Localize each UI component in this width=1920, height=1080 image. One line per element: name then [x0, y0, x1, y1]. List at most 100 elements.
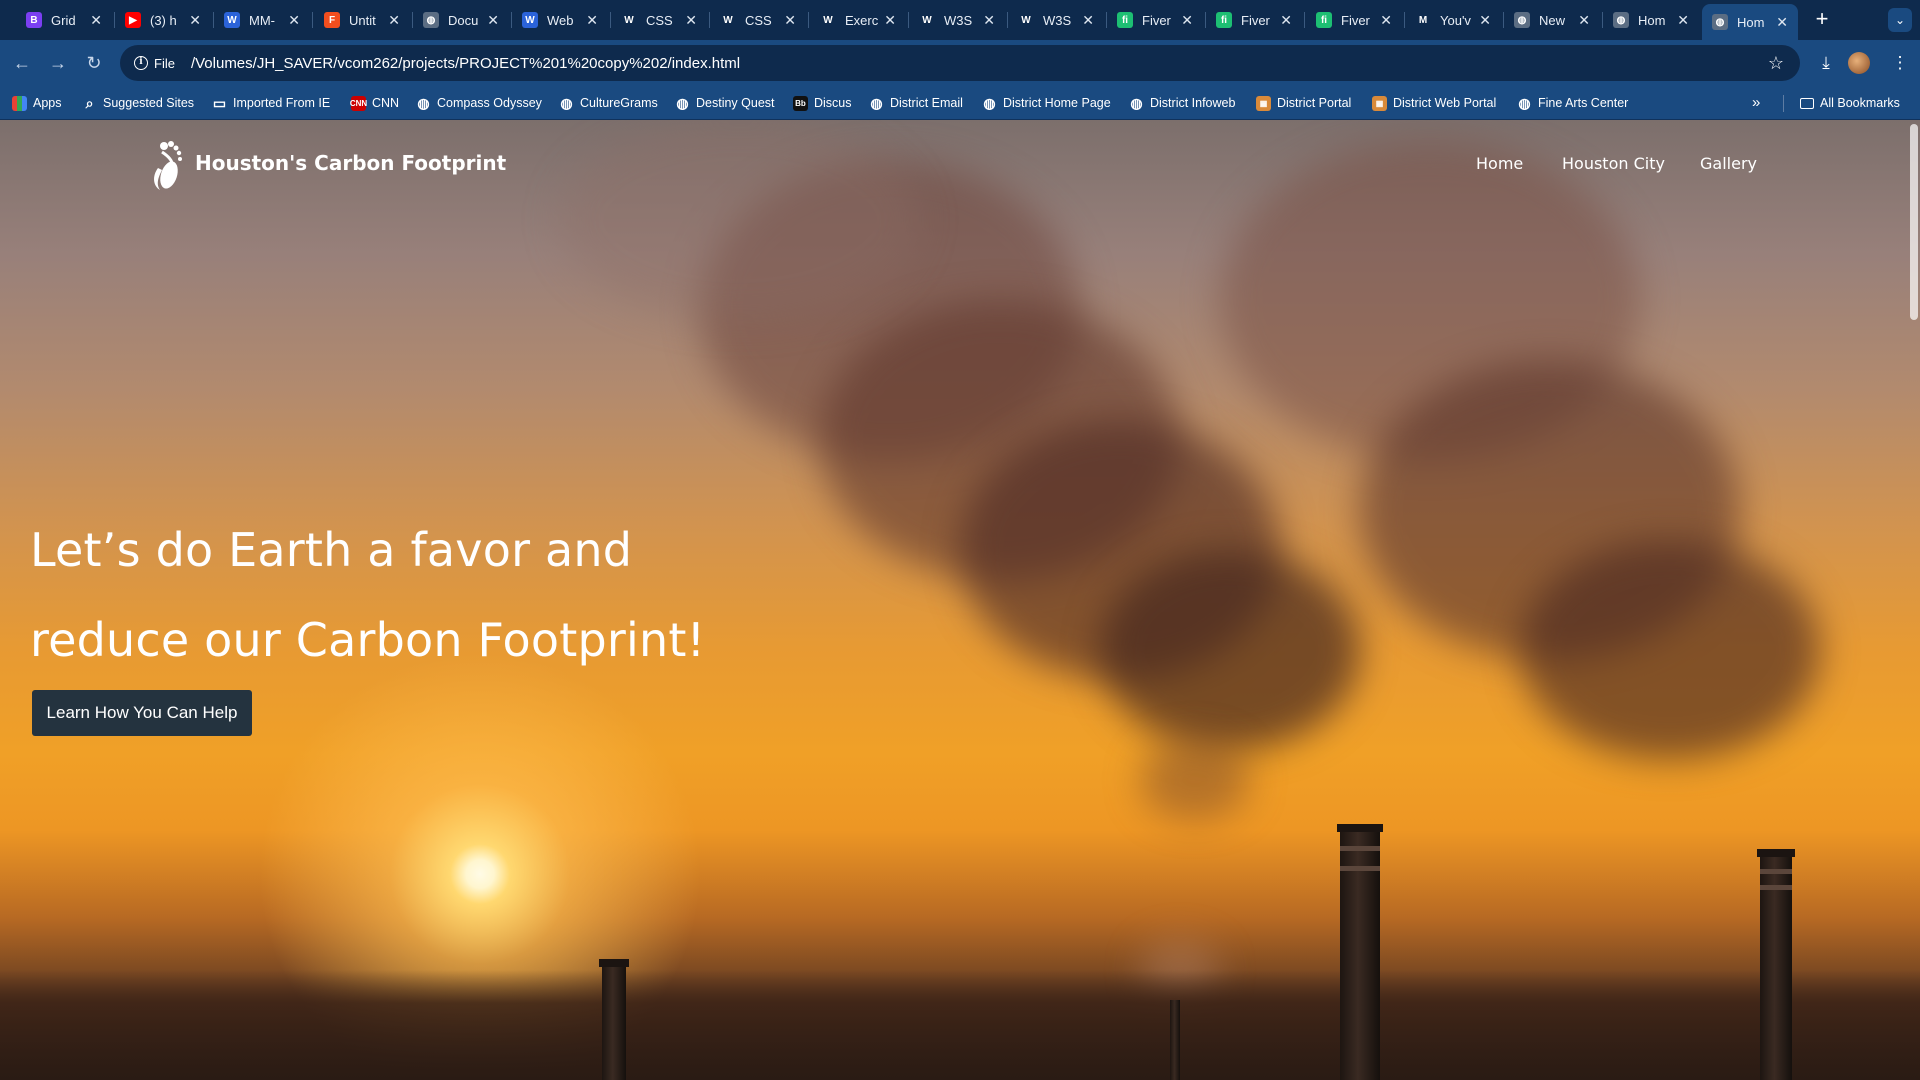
tab-title: Fiver: [1341, 12, 1370, 28]
smoke-plume: [1520, 540, 1820, 760]
tab-search-chevron-icon[interactable]: ⌄: [1888, 8, 1912, 32]
bookmark-item[interactable]: ▭ Imported From IE: [212, 93, 330, 113]
nav-link-houston-city[interactable]: Houston City: [1562, 154, 1665, 173]
close-tab-icon[interactable]: ✕: [487, 12, 499, 29]
bookmark-item[interactable]: Bb Discus: [793, 93, 852, 113]
bookmark-label: District Infoweb: [1150, 96, 1236, 110]
footprint-logo-icon[interactable]: [148, 134, 188, 192]
bookmark-item[interactable]: ◍ District Email: [869, 93, 963, 113]
close-tab-icon[interactable]: ✕: [1677, 12, 1689, 29]
bookmark-label: District Web Portal: [1393, 96, 1497, 110]
browser-tab[interactable]: M You'v ✕: [1405, 5, 1501, 35]
bookmark-star-icon[interactable]: ☆: [1768, 53, 1784, 74]
browser-tab[interactable]: W CSS ✕: [611, 5, 707, 35]
bookmark-item[interactable]: ◍ Compass Odyssey: [416, 93, 542, 113]
bookmark-item[interactable]: ◍ Destiny Quest: [675, 93, 774, 113]
close-tab-icon[interactable]: ✕: [1181, 12, 1193, 29]
site-info-label: File: [154, 55, 175, 71]
close-tab-icon[interactable]: ✕: [1578, 12, 1590, 29]
bookmark-item[interactable]: ◍ Fine Arts Center: [1517, 93, 1628, 113]
browser-tab[interactable]: W Web ✕: [512, 5, 608, 35]
bookmark-item[interactable]: ◍ District Home Page: [982, 93, 1110, 113]
bookmark-label: CNN: [372, 96, 400, 110]
browser-tab[interactable]: fi Fiver ✕: [1107, 5, 1203, 35]
tab-title: (3) h: [150, 12, 177, 28]
close-tab-icon[interactable]: ✕: [189, 12, 201, 29]
url-text[interactable]: /Volumes/JH_SAVER/vcom262/projects/PROJE…: [191, 55, 740, 72]
address-bar[interactable]: i File /Volumes/JH_SAVER/vcom262/project…: [120, 45, 1800, 81]
browser-tab[interactable]: ▶ (3) h ✕: [115, 5, 211, 35]
close-tab-icon[interactable]: ✕: [1082, 12, 1094, 29]
bookmark-label: Discus: [814, 96, 852, 110]
close-tab-icon[interactable]: ✕: [884, 12, 896, 29]
back-arrow-icon[interactable]: ←: [8, 49, 36, 77]
close-tab-icon[interactable]: ✕: [388, 12, 400, 29]
bookmark-item[interactable]: ◍ CultureGrams: [559, 93, 657, 113]
smokestack-cap: [599, 959, 629, 967]
learn-how-button[interactable]: Learn How You Can Help: [32, 690, 252, 736]
all-bookmarks-label: All Bookmarks: [1820, 96, 1900, 110]
bookmark-item[interactable]: ◍ District Infoweb: [1129, 93, 1235, 113]
browser-tab[interactable]: fi Fiver ✕: [1206, 5, 1302, 35]
bookmark-item[interactable]: ▦ District Portal: [1256, 93, 1351, 113]
globe-icon: ◍: [423, 12, 439, 28]
close-tab-icon[interactable]: ✕: [1479, 12, 1491, 29]
reload-icon[interactable]: ↻: [80, 49, 108, 77]
browser-tab[interactable]: W W3S ✕: [909, 5, 1005, 35]
close-tab-icon[interactable]: ✕: [90, 12, 102, 29]
close-tab-icon[interactable]: ✕: [983, 12, 995, 29]
tab-title: CSS: [646, 12, 673, 28]
globe-icon: ◍: [1613, 12, 1629, 28]
download-icon[interactable]: ⤓: [1812, 49, 1840, 77]
close-tab-icon[interactable]: ✕: [586, 12, 598, 29]
info-icon: i: [134, 56, 148, 70]
close-tab-icon[interactable]: ✕: [288, 12, 300, 29]
city-skyline: [0, 970, 1920, 1080]
smokestack: [599, 959, 629, 1080]
discus-icon: Bb: [793, 95, 808, 111]
search-icon: ⌕: [85, 94, 94, 111]
figma-icon: F: [324, 12, 340, 28]
all-bookmarks-button[interactable]: All Bookmarks: [1800, 93, 1900, 113]
bookmark-item[interactable]: Apps: [12, 93, 62, 113]
forward-arrow-icon[interactable]: →: [44, 49, 72, 77]
close-tab-icon[interactable]: ✕: [685, 12, 697, 29]
close-tab-icon[interactable]: ✕: [1776, 14, 1788, 31]
bookmark-item[interactable]: ⌕ Suggested Sites: [82, 93, 194, 113]
tab-title: Docu: [448, 12, 479, 28]
browser-tab[interactable]: W MM- ✕: [214, 5, 310, 35]
browser-tab[interactable]: ◍ Hom ✕: [1603, 5, 1699, 35]
menu-kebab-icon[interactable]: ⋮: [1886, 49, 1914, 77]
tab-title: Hom: [1638, 12, 1666, 28]
close-tab-icon[interactable]: ✕: [1380, 12, 1392, 29]
page-scrollbar[interactable]: [1910, 124, 1918, 320]
browser-tab[interactable]: ◍ Hom ✕: [1702, 4, 1798, 40]
nav-link-home[interactable]: Home: [1476, 154, 1523, 173]
browser-tab[interactable]: fi Fiver ✕: [1306, 5, 1402, 35]
site-info-chip[interactable]: i File: [128, 50, 185, 76]
smokestack: [1170, 1000, 1180, 1080]
browser-tab[interactable]: W CSS ✕: [710, 5, 806, 35]
nav-link-gallery[interactable]: Gallery: [1700, 154, 1757, 173]
browser-tab[interactable]: F Untit ✕: [314, 5, 410, 35]
smokestack-band: [1760, 869, 1792, 874]
site-title[interactable]: Houston's Carbon Footprint: [195, 151, 506, 175]
more-bookmarks-chevron-icon[interactable]: »: [1752, 94, 1760, 111]
tab-strip: B Grid ✕ ▶ (3) h ✕ W MM- ✕ F Untit ✕ ◍ Docu ✕ W Web ✕ W CSS…: [0, 0, 1920, 40]
profile-avatar[interactable]: [1848, 52, 1870, 74]
bookmark-item[interactable]: ▦ District Web Portal: [1372, 93, 1496, 113]
browser-tab[interactable]: W Exerc ✕: [810, 5, 906, 35]
tab-separator: [808, 12, 809, 28]
close-tab-icon[interactable]: ✕: [1280, 12, 1292, 29]
hero-heading-line-2: reduce our Carbon Footprint!: [30, 613, 706, 667]
tab-separator: [1304, 12, 1305, 28]
browser-tab[interactable]: ◍ New ✕: [1504, 5, 1600, 35]
tab-title: Grid: [51, 12, 76, 28]
browser-tab[interactable]: B Grid ✕: [16, 5, 112, 35]
new-tab-plus-icon[interactable]: +: [1808, 6, 1836, 34]
hero-heading-line-1: Let’s do Earth a favor and: [30, 523, 633, 577]
bookmark-item[interactable]: CNN CNN: [350, 93, 400, 113]
browser-tab[interactable]: ◍ Docu ✕: [413, 5, 509, 35]
close-tab-icon[interactable]: ✕: [784, 12, 796, 29]
browser-tab[interactable]: W W3S ✕: [1008, 5, 1104, 35]
